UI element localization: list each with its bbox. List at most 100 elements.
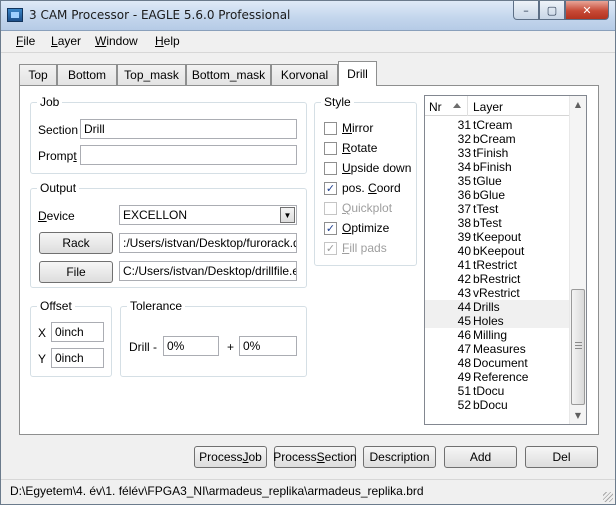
layer-row[interactable]: 40 bKeepout	[425, 244, 570, 258]
upside-down-label-accel: U	[342, 161, 351, 175]
layer-row[interactable]: 37 tTest	[425, 202, 570, 216]
layer-number: 45	[457, 314, 471, 328]
layer-list[interactable]: Nr Layer 31 tCream 32 bCream 33 tFinish 34 bFin…	[424, 95, 587, 425]
scrollbar-thumb[interactable]	[571, 289, 585, 405]
layer-number: 46	[457, 328, 471, 342]
device-label: Device	[38, 209, 75, 223]
layer-name: tGlue	[473, 174, 502, 188]
mirror-label[interactable]: Mirror	[342, 121, 373, 135]
column-header-layer[interactable]: Layer	[473, 100, 503, 114]
layer-row[interactable]: 51 tDocu	[425, 384, 570, 398]
layer-list-header: Nr Layer	[425, 96, 570, 116]
layer-row[interactable]: 47 Measures	[425, 342, 570, 356]
prompt-input[interactable]	[80, 145, 297, 165]
file-button[interactable]: File	[39, 261, 113, 283]
layer-number: 34	[457, 160, 471, 174]
column-header-nr[interactable]: Nr	[429, 100, 442, 114]
chevron-down-icon[interactable]: ▼	[280, 207, 295, 223]
cam-processor-window: 3 CAM Processor - EAGLE 5.6.0 Profession…	[0, 0, 616, 505]
layer-number: 33	[457, 146, 471, 160]
layer-number: 52	[457, 398, 471, 412]
process-job-label: Process	[199, 450, 243, 464]
process-section-accel: S	[316, 450, 325, 464]
layer-row[interactable]: 35 tGlue	[425, 174, 570, 188]
layer-name: vRestrict	[473, 286, 520, 300]
layer-row[interactable]: 45 Holes	[425, 314, 570, 328]
rack-path-input[interactable]: :/Users/istvan/Desktop/furorack.drl	[119, 233, 297, 253]
layer-row[interactable]: 38 bTest	[425, 216, 570, 230]
offset-x-input[interactable]: 0inch	[51, 322, 104, 342]
layer-row[interactable]: 42 bRestrict	[425, 272, 570, 286]
prompt-label: Prompt	[38, 149, 77, 163]
layer-row[interactable]: 49 Reference	[425, 370, 570, 384]
description-button[interactable]: Description	[363, 446, 436, 468]
device-label-text: evice	[46, 209, 75, 223]
device-select[interactable]: EXCELLON ▼	[119, 205, 297, 225]
column-divider[interactable]	[467, 96, 468, 116]
layer-list-scrollbar[interactable]: ▲ ▼	[569, 96, 586, 424]
layer-name: bFinish	[473, 160, 512, 174]
optimize-label-accel: O	[342, 221, 352, 235]
layer-row[interactable]: 32 bCream	[425, 132, 570, 146]
quickplot-label-text: uickplot	[351, 201, 393, 215]
quickplot-checkbox	[324, 202, 337, 215]
process-job-button[interactable]: Process Job	[194, 446, 267, 468]
rack-button[interactable]: Rack	[39, 232, 113, 254]
layer-number: 31	[457, 118, 471, 132]
fill-pads-label-text: ill pads	[349, 241, 387, 255]
layer-name: tFinish	[473, 146, 509, 160]
layer-name: bCream	[473, 132, 516, 146]
layer-row[interactable]: 48 Document	[425, 356, 570, 370]
status-bar: D:\Egyetem\4. év\1. félév\FPGA3_NI\armad…	[1, 479, 615, 504]
add-button[interactable]: Add	[444, 446, 517, 468]
layer-row[interactable]: 41 tRestrict	[425, 258, 570, 272]
layer-row[interactable]: 44 Drills	[425, 300, 570, 314]
layer-row[interactable]: 36 bGlue	[425, 188, 570, 202]
offset-y-label: Y	[38, 352, 47, 366]
optimize-checkbox[interactable]: ✓	[324, 222, 337, 235]
file-path-input[interactable]: C:/Users/istvan/Desktop/drillfile.exc	[119, 261, 297, 281]
rotate-checkbox[interactable]	[324, 142, 337, 155]
tolerance-minus-sign: -	[153, 340, 157, 354]
layer-number: 48	[457, 356, 471, 370]
resize-grip-icon[interactable]	[603, 492, 613, 502]
layer-name: Reference	[473, 370, 529, 384]
del-button[interactable]: Del	[525, 446, 598, 468]
layer-name: bDocu	[473, 398, 508, 412]
optimize-label[interactable]: Optimize	[342, 221, 389, 235]
upside-down-label[interactable]: Upside down	[342, 161, 411, 175]
tolerance-plus-input[interactable]: 0%	[239, 336, 297, 356]
pos-coord-label[interactable]: pos. Coord	[342, 181, 401, 195]
layer-row[interactable]: 34 bFinish	[425, 160, 570, 174]
layer-number: 40	[457, 244, 471, 258]
layer-row[interactable]: 33 tFinish	[425, 146, 570, 160]
rotate-label[interactable]: Rotate	[342, 141, 377, 155]
panel-content: Job Section Drill Prompt Output Device E…	[1, 1, 615, 479]
layer-row[interactable]: 31 tCream	[425, 118, 570, 132]
mirror-checkbox[interactable]	[324, 122, 337, 135]
layer-number: 39	[457, 230, 471, 244]
layer-number: 32	[457, 132, 471, 146]
scroll-down-icon[interactable]: ▼	[570, 407, 586, 424]
process-section-label-rest: ection	[324, 450, 357, 464]
scroll-up-icon[interactable]: ▲	[570, 96, 586, 113]
mirror-label-accel: M	[342, 121, 352, 135]
offset-y-input[interactable]: 0inch	[51, 348, 104, 368]
layer-number: 51	[457, 384, 471, 398]
grip-line	[575, 342, 582, 343]
tolerance-minus-input[interactable]: 0%	[163, 336, 219, 356]
process-section-button[interactable]: Process Section	[273, 446, 357, 468]
layer-rows: 31 tCream 32 bCream 33 tFinish 34 bFinish 35 tGlu…	[425, 118, 570, 412]
quickplot-label-accel: Q	[342, 201, 352, 215]
section-input[interactable]: Drill	[80, 119, 297, 139]
section-label: Section	[38, 123, 79, 137]
layer-row[interactable]: 52 bDocu	[425, 398, 570, 412]
layer-row[interactable]: 46 Milling	[425, 328, 570, 342]
layer-number: 49	[457, 370, 471, 384]
layer-name: tTest	[473, 202, 499, 216]
upside-down-checkbox[interactable]	[324, 162, 337, 175]
pos-coord-checkbox[interactable]: ✓	[324, 182, 337, 195]
job-group-label: Job	[37, 95, 63, 109]
layer-row[interactable]: 39 tKeepout	[425, 230, 570, 244]
layer-row[interactable]: 43 vRestrict	[425, 286, 570, 300]
